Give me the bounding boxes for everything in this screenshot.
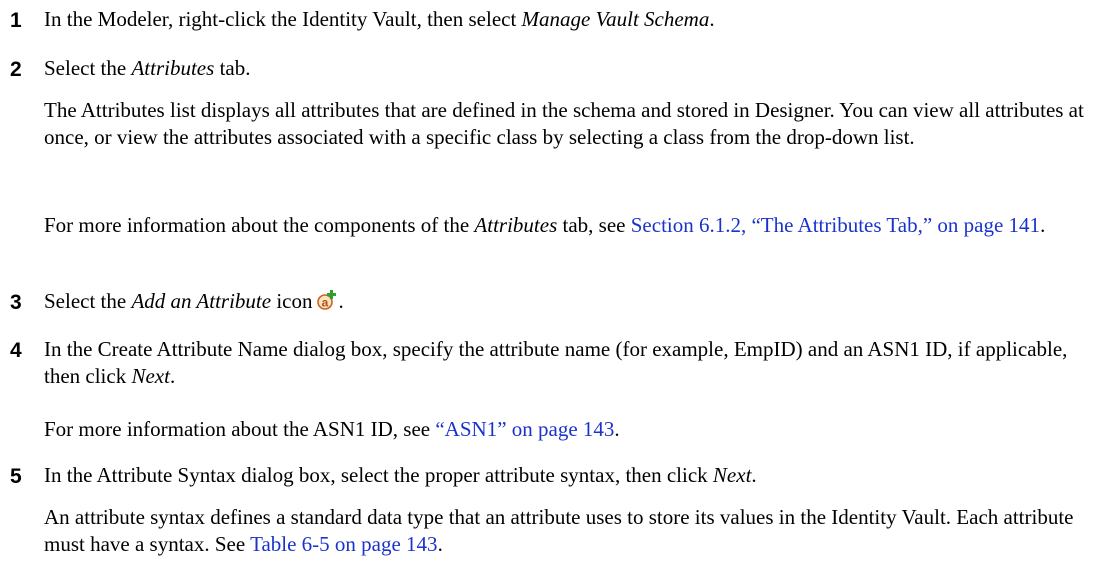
step-number-1: 1 (10, 9, 22, 32)
step-3-icon-name: Add an Attribute (131, 289, 272, 313)
step-2-more-tab: Attributes (474, 213, 558, 237)
svg-text:a: a (322, 296, 329, 310)
asn1-link[interactable]: “ASN1” on page 143 (435, 417, 614, 441)
step-4-more-info: For more information about the ASN1 ID, … (44, 416, 1084, 443)
step-3-pre: Select the (44, 289, 132, 313)
table-link[interactable]: Table 6-5 on page 143 (250, 532, 437, 556)
step-number-3: 3 (10, 291, 22, 314)
step-2-tab-name: Attributes (131, 56, 215, 80)
step-1-menu-item: Manage Vault Schema (521, 7, 710, 31)
step-5-desc-pre: An attribute syntax defines a standard d… (44, 505, 1074, 556)
step-2-more-mid: tab, see (557, 213, 631, 237)
step-5-button-name: Next (712, 463, 752, 487)
step-1-pre: In the Modeler, right-click the Identity… (44, 7, 522, 31)
step-2-post: tab. (214, 56, 251, 80)
step-3-post: icon (271, 289, 313, 313)
step-4-pre: In the Create Attribute Name dialog box,… (44, 337, 1068, 388)
step-4-more-post: . (614, 417, 620, 441)
step-2-description: The Attributes list displays all attribu… (44, 98, 1084, 149)
step-4-button-name: Next (131, 364, 170, 388)
section-link[interactable]: Section 6.1.2, “The Attributes Tab,” on … (631, 213, 1040, 237)
step-2-more-post: . (1040, 213, 1046, 237)
step-number-4: 4 (10, 339, 22, 362)
step-5-description: An attribute syntax defines a standard d… (44, 504, 1084, 558)
step-4-text: In the Create Attribute Name dialog box,… (44, 336, 1094, 390)
step-number-5: 5 (10, 465, 22, 488)
step-5-desc-post: . (437, 532, 443, 556)
step-4-post: . (169, 364, 176, 388)
step-1-text: In the Modeler, right-click the Identity… (44, 6, 1094, 33)
step-2-pre: Select the (44, 56, 132, 80)
step-1-post: . (709, 7, 715, 31)
add-attribute-icon: a (316, 289, 338, 311)
step-3-text: Select the Add an Attribute icon a . (44, 288, 1094, 315)
step-3-end: . (338, 289, 344, 313)
step-5-text: In the Attribute Syntax dialog box, sele… (44, 462, 1094, 489)
step-4-more-pre: For more information about the ASN1 ID, … (44, 417, 436, 441)
step-5-post: . (751, 463, 757, 487)
step-number-2: 2 (10, 58, 22, 81)
step-2-more-info: For more information about the component… (44, 212, 1084, 239)
step-2-text: Select the Attributes tab. (44, 55, 1094, 82)
step-2-more-pre: For more information about the component… (44, 213, 475, 237)
step-5-pre: In the Attribute Syntax dialog box, sele… (44, 463, 713, 487)
